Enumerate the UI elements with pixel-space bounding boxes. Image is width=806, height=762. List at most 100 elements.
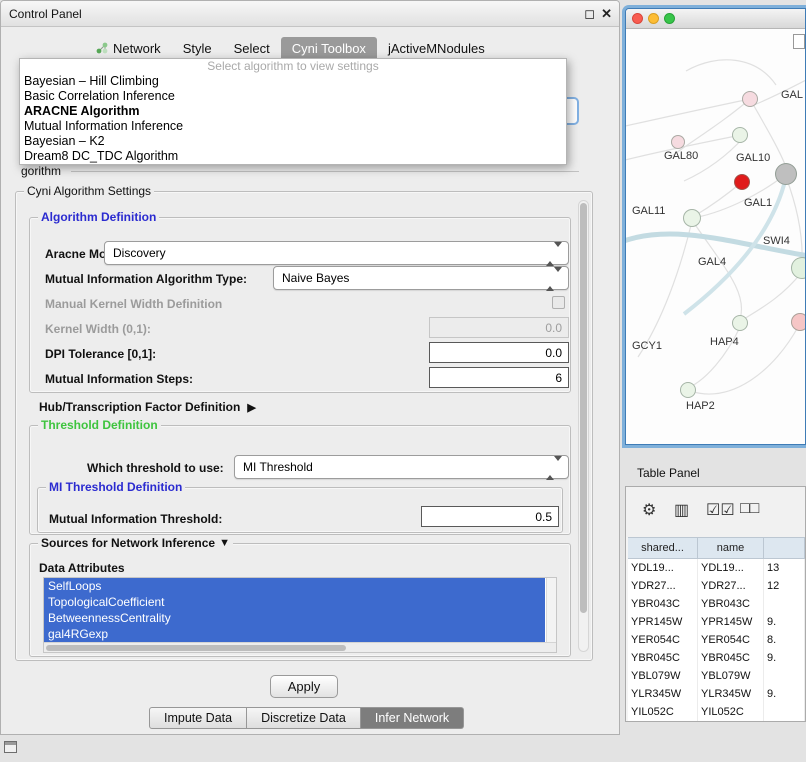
aracne-mode-select[interactable]: Discovery — [104, 241, 569, 265]
column-header[interactable]: shared... — [628, 538, 698, 558]
table-row[interactable]: YDL19...YDL19...13 — [628, 559, 805, 577]
network-node[interactable] — [742, 91, 758, 107]
network-node[interactable] — [671, 135, 685, 149]
which-threshold-select[interactable]: MI Threshold — [234, 455, 569, 479]
table-cell[interactable]: 9. — [764, 613, 805, 631]
attribute-list-item[interactable]: TopologicalCoefficient — [44, 594, 545, 610]
table-cell[interactable]: YER054C — [698, 631, 764, 649]
table-cell[interactable]: YIL052C — [628, 703, 698, 721]
manual-kernel-checkbox[interactable] — [552, 296, 565, 309]
table-cell[interactable] — [764, 703, 805, 721]
dpi-tolerance-field[interactable]: 0.0 — [429, 342, 569, 363]
settings-gear-icon[interactable]: ⚙ — [642, 500, 656, 520]
list-horizontal-scrollbar[interactable] — [44, 642, 556, 652]
network-node[interactable] — [775, 163, 797, 185]
sources-group-title[interactable]: Sources for Network Inference ▼ — [38, 536, 233, 550]
column-header[interactable]: name — [698, 538, 764, 558]
expand-right-icon[interactable]: ▶ — [247, 401, 255, 414]
table-row[interactable]: YDR27...YDR27...12 — [628, 577, 805, 595]
network-node[interactable] — [732, 127, 748, 143]
table-cell[interactable]: YDR27... — [698, 577, 764, 595]
table-cell[interactable]: YDR27... — [628, 577, 698, 595]
table-row[interactable]: YER054CYER054C8. — [628, 631, 805, 649]
select-unchecked-icon[interactable]: □□ — [740, 500, 759, 518]
table-cell[interactable]: YPR145W — [698, 613, 764, 631]
table-cell[interactable] — [764, 667, 805, 685]
table-cell[interactable]: YBL079W — [698, 667, 764, 685]
table-cell[interactable]: 13 — [764, 559, 805, 577]
mi-type-select[interactable]: Naive Bayes — [273, 266, 569, 290]
tab-jactivemnodules[interactable]: jActiveMNodules — [377, 37, 496, 59]
table-cell[interactable]: 8. — [764, 631, 805, 649]
select-checked-icon[interactable]: ☑☑ — [706, 500, 735, 520]
attribute-list-item[interactable]: gal4RGexp — [44, 626, 545, 642]
algorithm-option[interactable]: ARACNE Algorithm — [20, 104, 566, 119]
panel-restore-icon[interactable] — [4, 741, 17, 753]
mi-type-label: Mutual Information Algorithm Type: — [45, 272, 247, 286]
table-cell[interactable]: YER054C — [628, 631, 698, 649]
settings-scrollbar-thumb[interactable] — [580, 203, 587, 613]
table-cell[interactable]: YDL19... — [628, 559, 698, 577]
table-cell[interactable]: YBR045C — [698, 649, 764, 667]
minimize-button[interactable] — [648, 13, 659, 24]
data-attributes-list[interactable]: SelfLoopsTopologicalCoefficientBetweenne… — [43, 577, 557, 653]
algorithm-option[interactable]: Dream8 DC_TDC Algorithm — [20, 149, 566, 164]
apply-button[interactable]: Apply — [270, 675, 338, 698]
algorithm-option[interactable]: Basic Correlation Inference — [20, 89, 566, 104]
tab-discretize-data[interactable]: Discretize Data — [247, 707, 361, 729]
tab-select[interactable]: Select — [223, 37, 281, 59]
table-row[interactable]: YPR145WYPR145W9. — [628, 613, 805, 631]
table-row[interactable]: YBR043CYBR043C — [628, 595, 805, 613]
table-cell[interactable]: YBL079W — [628, 667, 698, 685]
algorithm-option[interactable]: Mutual Information Inference — [20, 119, 566, 134]
network-window-titlebar[interactable] — [626, 9, 805, 29]
mi-steps-field[interactable]: 6 — [429, 367, 569, 388]
collapse-down-icon[interactable]: ▼ — [219, 537, 230, 549]
algorithm-option[interactable]: Bayesian – Hill Climbing — [20, 74, 566, 89]
table-cell[interactable]: 9. — [764, 685, 805, 703]
attribute-list-item[interactable]: BetweennessCentrality — [44, 610, 545, 626]
network-scrollbar-corner[interactable] — [793, 34, 805, 49]
list-horizontal-scrollbar-thumb[interactable] — [46, 645, 346, 651]
attribute-list-item[interactable]: SelfLoops — [44, 578, 545, 594]
tab-network[interactable]: Network — [85, 37, 172, 59]
tab-style[interactable]: Style — [172, 37, 223, 59]
table-cell[interactable]: YLR345W — [628, 685, 698, 703]
network-node[interactable] — [683, 209, 701, 227]
table-cell[interactable]: YBR043C — [628, 595, 698, 613]
tab-cyni-toolbox[interactable]: Cyni Toolbox — [281, 37, 377, 59]
table-cell[interactable]: YBR043C — [698, 595, 764, 613]
close-button[interactable] — [632, 13, 643, 24]
list-vertical-scrollbar[interactable] — [546, 578, 556, 642]
network-node[interactable] — [734, 174, 750, 190]
tab-impute-data[interactable]: Impute Data — [149, 707, 247, 729]
columns-icon[interactable]: ▥ — [674, 500, 689, 520]
table-cell[interactable]: 12 — [764, 577, 805, 595]
settings-scrollbar[interactable] — [578, 200, 589, 652]
zoom-button[interactable] — [664, 13, 675, 24]
close-panel-icon[interactable]: ✕ — [601, 6, 612, 22]
float-panel-icon[interactable]: ◻ — [584, 6, 595, 22]
table-cell[interactable] — [764, 595, 805, 613]
table-cell[interactable]: YBR045C — [628, 649, 698, 667]
table-cell[interactable]: YDL19... — [698, 559, 764, 577]
network-node[interactable] — [791, 313, 806, 331]
table-row[interactable]: YLR345WYLR345W9. — [628, 685, 805, 703]
table-cell[interactable]: YLR345W — [698, 685, 764, 703]
column-header[interactable] — [764, 538, 805, 558]
table-row[interactable]: YBR045CYBR045C9. — [628, 649, 805, 667]
network-node[interactable] — [791, 257, 806, 279]
table-cell[interactable]: YPR145W — [628, 613, 698, 631]
network-node[interactable] — [680, 382, 696, 398]
mi-threshold-field[interactable]: 0.5 — [421, 506, 559, 527]
network-view-window[interactable]: GALGAL80GAL10GAL11GAL1SWI4GAL4GCY1HAP4HA… — [625, 8, 806, 445]
table-cell[interactable]: 9. — [764, 649, 805, 667]
network-node[interactable] — [732, 315, 748, 331]
table-row[interactable]: YIL052CYIL052C — [628, 703, 805, 721]
algorithm-dropdown-list: Bayesian – Hill ClimbingBasic Correlatio… — [20, 74, 566, 164]
table-row[interactable]: YBL079WYBL079W — [628, 667, 805, 685]
tab-infer-network[interactable]: Infer Network — [361, 707, 464, 729]
hub-definition-expander[interactable]: Hub/Transcription Factor Definition ▶ — [39, 400, 256, 414]
algorithm-option[interactable]: Bayesian – K2 — [20, 134, 566, 149]
table-cell[interactable]: YIL052C — [698, 703, 764, 721]
